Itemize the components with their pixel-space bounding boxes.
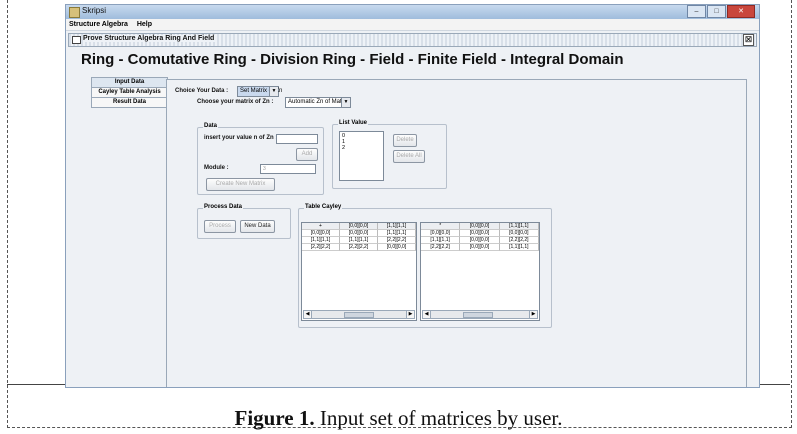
table-row[interactable]: [0,0][0,0] [0,0][0,0] [0,0][0,0] — [421, 230, 539, 237]
table-header-cell: [0,0][0,0] — [460, 223, 500, 230]
delete-all-button[interactable]: Delete All — [393, 150, 425, 163]
table-header-cell: [1,1][1,1] — [499, 223, 539, 230]
table-cell: [2,2][2,2] — [499, 237, 539, 244]
table-cell: [0,0][0,0] — [302, 230, 340, 237]
choice-label: Choice Your Data : — [175, 88, 229, 94]
table-cell: [1,1][1,1] — [340, 237, 378, 244]
table-cell: [1,1][1,1] — [421, 237, 461, 244]
table-cell: [0,0][0,0] — [460, 237, 500, 244]
table-row[interactable]: [2,2][2,2] [0,0][0,0] [1,1][1,1] — [421, 244, 539, 251]
list-value-box[interactable]: 0 1 2 — [339, 131, 384, 181]
app-window: Skripsi – □ ✕ Structure Algebra Help Pro… — [65, 4, 760, 388]
delete-button[interactable]: Delete — [393, 134, 417, 147]
scroll-left-icon[interactable]: ◀ — [304, 311, 312, 318]
input-data-panel: Choice Your Data : Set Matrix of Zn ▼ Ch… — [166, 79, 747, 387]
internal-frame-close-button[interactable]: ⊠ — [743, 34, 754, 46]
menu-structure-algebra[interactable]: Structure Algebra — [69, 21, 128, 28]
data-group: Data insert your value n of Zn : Add Mod… — [197, 123, 324, 195]
insert-value-label: insert your value n of Zn : — [204, 135, 278, 141]
table-header-cell: * — [421, 223, 461, 230]
internal-frame: Prove Structure Algebra Ring And Field ⊠… — [68, 33, 757, 387]
table-cell: [1,1][1,1] — [499, 244, 539, 251]
table-header-cell: + — [302, 223, 340, 230]
menu-help[interactable]: Help — [137, 21, 152, 28]
table-cell: [1,1][1,1] — [378, 230, 416, 237]
menu-bar: Structure Algebra Help — [66, 19, 759, 31]
internal-frame-title: Prove Structure Algebra Ring And Field — [83, 35, 218, 42]
page-title: Ring - Comutative Ring - Division Ring -… — [81, 51, 624, 68]
table-header-row: * [0,0][0,0] [1,1][1,1] — [421, 223, 539, 230]
caption-text: Input set of matrices by user. — [314, 406, 563, 430]
module-label: Module : — [204, 165, 229, 171]
matrix-label: Choose your matrix of Zn : — [197, 99, 274, 105]
close-button[interactable]: ✕ — [727, 5, 755, 18]
scroll-right-icon[interactable]: ▶ — [529, 311, 537, 318]
module-input[interactable]: 3 — [260, 164, 316, 174]
new-data-button[interactable]: New Data — [240, 220, 275, 233]
data-group-title: Data — [203, 123, 219, 129]
table-cell: [2,2][2,2] — [378, 237, 416, 244]
table-row[interactable]: [2,2][2,2] [2,2][2,2] [0,0][0,0] — [302, 244, 416, 251]
title-bar[interactable]: Skripsi – □ ✕ — [66, 5, 759, 19]
insert-value-input[interactable] — [276, 134, 318, 144]
table-cell: [1,1][1,1] — [302, 237, 340, 244]
horizontal-scrollbar[interactable]: ◀ ▶ — [303, 310, 415, 319]
tab-cayley-table-analysis[interactable]: Cayley Table Analysis — [91, 87, 168, 98]
scroll-right-icon[interactable]: ▶ — [406, 311, 414, 318]
list-value-group: List Value 0 1 2 Delete Delete All — [332, 120, 447, 189]
window-title: Skripsi — [82, 6, 107, 15]
add-button[interactable]: Add — [296, 148, 318, 161]
cayley-table-group-title: Table Cayley — [304, 204, 343, 210]
caption-label: Figure 1. — [234, 406, 315, 430]
internal-frame-titlebar[interactable]: Prove Structure Algebra Ring And Field ⊠ — [68, 33, 757, 47]
table-header-cell: [1,1][1,1] — [378, 223, 416, 230]
table-cell: [0,0][0,0] — [421, 230, 461, 237]
tab-result-data[interactable]: Result Data — [91, 97, 168, 108]
maximize-button[interactable]: □ — [707, 5, 726, 18]
table-row[interactable]: [1,1][1,1] [1,1][1,1] [2,2][2,2] — [302, 237, 416, 244]
create-new-matrix-button[interactable]: Create New Matrix — [206, 178, 275, 191]
table-header-row: + [0,0][0,0] [1,1][1,1] — [302, 223, 416, 230]
figure-caption: Figure 1. Input set of matrices by user. — [7, 406, 790, 431]
minimize-button[interactable]: – — [687, 5, 706, 18]
table-cell: [0,0][0,0] — [499, 230, 539, 237]
table-row[interactable]: [1,1][1,1] [0,0][0,0] [2,2][2,2] — [421, 237, 539, 244]
table-header-cell: [0,0][0,0] — [340, 223, 378, 230]
horizontal-scrollbar[interactable]: ◀ ▶ — [422, 310, 538, 319]
matrix-select[interactable]: Automatic Zn of Matrix ▼ — [285, 97, 351, 108]
process-data-group: Process Data Process New Data — [197, 204, 291, 239]
cayley-table-group: Table Cayley + [0,0][0,0] [1,1][1,1] [0,… — [298, 204, 552, 328]
chevron-down-icon: ▼ — [269, 87, 278, 96]
process-data-group-title: Process Data — [203, 204, 244, 210]
table-row[interactable]: [0,0][0,0] [0,0][0,0] [1,1][1,1] — [302, 230, 416, 237]
scrollbar-thumb[interactable] — [344, 312, 374, 318]
table-cell: [0,0][0,0] — [460, 230, 500, 237]
table-cell: [2,2][2,2] — [302, 244, 340, 251]
app-icon — [69, 7, 80, 18]
process-button[interactable]: Process — [204, 220, 236, 233]
matrix-select-value: Automatic Zn of Matrix — [288, 99, 349, 105]
list-value-group-title: List Value — [338, 120, 369, 126]
table-cell: [0,0][0,0] — [378, 244, 416, 251]
table-cell: [2,2][2,2] — [340, 244, 378, 251]
table-cell: [0,0][0,0] — [460, 244, 500, 251]
scroll-left-icon[interactable]: ◀ — [423, 311, 431, 318]
table-cell: [0,0][0,0] — [340, 230, 378, 237]
frame-icon — [72, 36, 81, 44]
chevron-down-icon: ▼ — [341, 98, 350, 107]
table-cell: [2,2][2,2] — [421, 244, 461, 251]
list-item[interactable]: 2 — [342, 145, 381, 151]
cayley-table-addition[interactable]: + [0,0][0,0] [1,1][1,1] [0,0][0,0] [0,0]… — [301, 222, 417, 321]
tab-list: Input Data Cayley Table Analysis Result … — [91, 77, 168, 108]
cayley-table-multiplication[interactable]: * [0,0][0,0] [1,1][1,1] [0,0][0,0] [0,0]… — [420, 222, 540, 321]
scrollbar-thumb[interactable] — [463, 312, 493, 318]
choice-select[interactable]: Set Matrix of Zn ▼ — [237, 86, 282, 97]
